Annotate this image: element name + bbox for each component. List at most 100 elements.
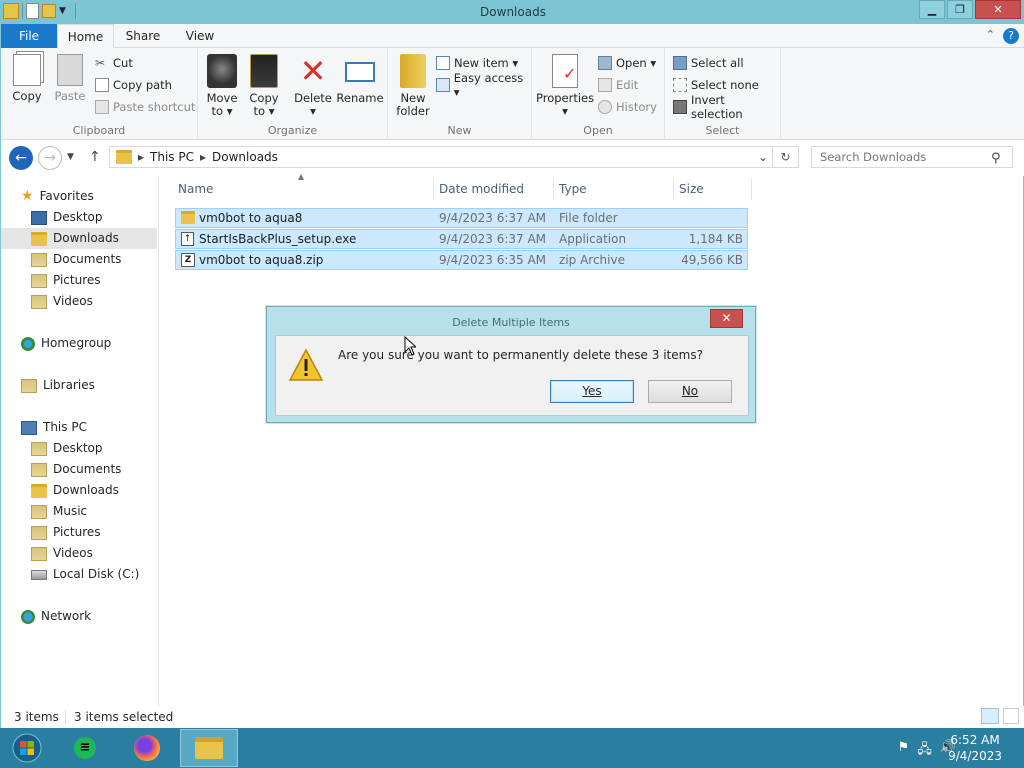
nav-pc-documents[interactable]: Documents — [1, 459, 157, 480]
copy-button[interactable]: Copy — [7, 54, 47, 103]
column-divider[interactable] — [751, 178, 752, 200]
paste-button[interactable]: Paste — [51, 54, 89, 103]
column-divider[interactable] — [433, 178, 434, 200]
open-label: Open ▾ — [616, 56, 657, 70]
search-icon[interactable]: ⚲ — [991, 151, 1001, 166]
yes-button[interactable]: Yes — [550, 380, 634, 403]
item-count: 3 items — [14, 710, 59, 724]
taskbar-spotify[interactable]: ≡ — [56, 729, 114, 767]
open-button[interactable]: Open ▾ — [598, 54, 656, 72]
nav-videos[interactable]: Videos — [1, 291, 157, 312]
column-header-type[interactable]: Type — [559, 182, 587, 196]
start-button[interactable] — [0, 729, 54, 767]
refresh-button[interactable]: ↻ — [773, 146, 799, 168]
column-header-name[interactable]: Name — [178, 182, 213, 196]
clipboard-group: Copy Paste ✂ Cut Copy path Paste shortcu… — [1, 48, 198, 140]
back-button[interactable]: ← — [9, 146, 33, 170]
new-item-button[interactable]: New item ▾ — [436, 54, 518, 72]
restore-button[interactable]: ❐ — [947, 0, 973, 19]
ribbon-tabs: File Home Share View — [1, 24, 1024, 49]
selected-count: 3 items selected — [74, 710, 174, 724]
nav-favorites[interactable]: ★ Favorites — [1, 186, 157, 207]
videos-icon — [31, 294, 47, 309]
nav-documents[interactable]: Documents — [1, 249, 157, 270]
nav-libraries[interactable]: Libraries — [1, 375, 157, 396]
new-folder-button[interactable]: New folder — [394, 54, 432, 118]
close-button[interactable]: ✕ — [975, 0, 1021, 19]
minimize-button[interactable]: ▁ — [919, 0, 945, 19]
clock[interactable]: 6:52 AM 9/4/2023 — [948, 732, 1002, 764]
nav-pc-music[interactable]: Music — [1, 501, 157, 522]
nav-homegroup[interactable]: Homegroup — [1, 333, 157, 354]
tab-share[interactable]: Share — [114, 24, 172, 48]
copy-to-button[interactable]: Copy to ▾ — [244, 54, 284, 118]
history-button[interactable]: History — [598, 98, 657, 116]
file-row[interactable]: Z vm0bot to aqua8.zip 9/4/2023 6:35 AM z… — [175, 250, 748, 270]
dialog-title: Delete Multiple Items — [452, 316, 570, 329]
select-all-button[interactable]: Select all — [673, 54, 744, 72]
file-row[interactable]: ↑ StartIsBackPlus_setup.exe 9/4/2023 6:3… — [175, 229, 748, 249]
tab-view[interactable]: View — [172, 24, 228, 48]
action-center-icon[interactable]: ⚑ — [898, 740, 910, 762]
tab-file[interactable]: File — [1, 24, 57, 48]
taskbar-firefox[interactable] — [118, 729, 176, 767]
nav-label: Documents — [53, 462, 122, 476]
easy-access-icon — [436, 78, 450, 92]
column-header-date[interactable]: Date modified — [439, 182, 524, 196]
nav-label: Pictures — [53, 273, 101, 287]
column-divider[interactable] — [553, 178, 554, 200]
forward-button[interactable]: → — [38, 146, 62, 170]
select-none-button[interactable]: Select none — [673, 76, 759, 94]
dialog-close-button[interactable]: ✕ — [710, 309, 743, 328]
move-to-button[interactable]: Move to ▾ — [202, 54, 242, 118]
file-row[interactable]: vm0bot to aqua8 9/4/2023 6:37 AM File fo… — [175, 208, 748, 228]
nav-pc-videos[interactable]: Videos — [1, 543, 157, 564]
copy-path-button[interactable]: Copy path — [95, 76, 172, 94]
nav-this-pc[interactable]: This PC — [1, 417, 157, 438]
tab-home[interactable]: Home — [57, 24, 114, 49]
breadcrumb-downloads[interactable]: Downloads — [212, 150, 278, 164]
delete-confirm-dialog: Delete Multiple Items ✕ Are you sure you… — [266, 306, 756, 423]
delete-button[interactable]: ✕ Delete ▾ — [292, 54, 334, 118]
address-bar[interactable]: ▸ This PC ▸ Downloads ⌄ — [109, 146, 773, 168]
network-tray-icon[interactable]: 🖧 — [917, 740, 932, 762]
breadcrumb-separator: ▸ — [199, 150, 207, 164]
nav-pictures[interactable]: Pictures — [1, 270, 157, 291]
large-icons-view-icon[interactable] — [1003, 708, 1019, 724]
cut-button[interactable]: ✂ Cut — [95, 54, 133, 72]
copy-path-label: Copy path — [113, 78, 172, 92]
nav-pc-downloads[interactable]: Downloads — [1, 480, 157, 501]
nav-pc-pictures[interactable]: Pictures — [1, 522, 157, 543]
nav-label: Favorites — [39, 189, 94, 203]
properties-label: Properties — [536, 91, 595, 105]
nav-pc-desktop[interactable]: Desktop — [1, 438, 157, 459]
cut-label: Cut — [113, 56, 133, 70]
column-divider[interactable] — [673, 178, 674, 200]
rename-button[interactable]: Rename — [336, 54, 384, 105]
nav-label: Documents — [53, 252, 122, 266]
search-input[interactable] — [811, 146, 1013, 168]
up-button[interactable]: ↑ — [89, 149, 101, 165]
taskbar-file-explorer[interactable] — [180, 729, 238, 767]
nav-label: Pictures — [53, 525, 101, 539]
breadcrumb-this-pc[interactable]: This PC — [150, 150, 194, 164]
collapse-ribbon-icon[interactable]: ⌃ — [986, 28, 995, 41]
help-icon[interactable]: ? — [1003, 28, 1019, 44]
column-header-size[interactable]: Size — [679, 182, 704, 196]
nav-network[interactable]: Network — [1, 606, 157, 627]
properties-button[interactable]: ✓ Properties ▾ — [536, 54, 594, 118]
window-title: Downloads — [480, 5, 546, 19]
no-button[interactable]: No — [648, 380, 732, 403]
copy-path-icon — [95, 78, 109, 92]
edit-button[interactable]: Edit — [598, 76, 638, 94]
nav-local-disk[interactable]: Local Disk (C:) — [1, 564, 157, 585]
explorer-window: ▼ Downloads ▁ ❐ ✕ File Home Share View ⌃… — [0, 0, 1024, 728]
address-dropdown-icon[interactable]: ⌄ — [758, 150, 768, 164]
recent-locations-icon[interactable]: ▼ — [67, 152, 74, 162]
easy-access-button[interactable]: Easy access ▾ — [436, 71, 531, 99]
paste-shortcut-button[interactable]: Paste shortcut — [95, 98, 195, 116]
nav-desktop[interactable]: Desktop — [1, 207, 157, 228]
nav-downloads[interactable]: Downloads — [1, 228, 157, 249]
invert-selection-button[interactable]: Invert selection — [673, 93, 780, 121]
details-view-icon[interactable] — [981, 708, 999, 724]
